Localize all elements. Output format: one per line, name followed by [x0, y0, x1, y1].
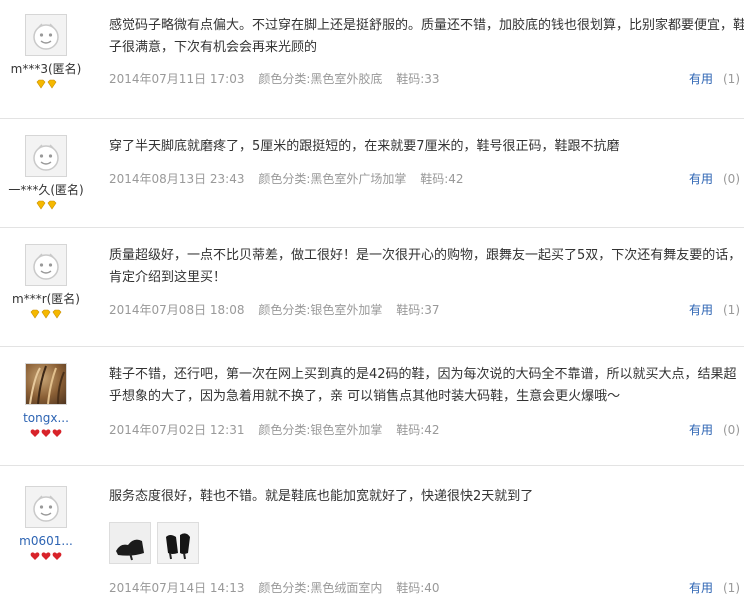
- review-item: 一***久(匿名) 穿了半天脚底就磨疼了，5厘米的跟挺短的，在来就要7厘米的，鞋…: [0, 119, 744, 227]
- useful-count: (1): [723, 303, 740, 317]
- useful-label[interactable]: 有用: [689, 423, 713, 437]
- useful-count: (1): [723, 72, 740, 86]
- review-date: 2014年07月14日 14:13: [109, 581, 245, 595]
- reviewer-level-badges: [0, 550, 92, 562]
- review-photo-thumbnail[interactable]: [109, 522, 151, 564]
- reviewer-name: 一***久(匿名): [8, 183, 84, 197]
- gold-diamond-icon: [36, 200, 46, 210]
- reviewer-info: tongx...: [0, 363, 92, 439]
- gold-diamond-icon: [41, 309, 51, 319]
- red-heart-icon: [52, 428, 62, 438]
- review-item: m***3(匿名) 感觉码子略微有点偏大。不过穿在脚上还是挺舒服的。质量还不错，…: [0, 0, 744, 118]
- gold-diamond-icon: [47, 79, 57, 89]
- reviewer-level-badges: [0, 427, 92, 439]
- review-item: m***r(匿名) 质量超级好，一点不比贝蒂差，做工很好！是一次很开心的购物，跟…: [0, 228, 744, 346]
- reviewer-name[interactable]: tongx...: [0, 411, 92, 425]
- useful-label[interactable]: 有用: [689, 72, 713, 86]
- review-text: 感觉码子略微有点偏大。不过穿在脚上还是挺舒服的。质量还不错，加胶底的钱也很划算，…: [109, 18, 744, 55]
- red-heart-icon: [41, 551, 51, 561]
- review-item: m0601... 服务态度很好，鞋也不错。就是鞋底也能加宽就好了，快递很快2天就…: [0, 466, 744, 596]
- red-heart-icon: [30, 551, 40, 561]
- review-meta: 2014年08月13日 23:43 颜色分类:黑色室外广场加掌 鞋码:42: [109, 170, 474, 187]
- useful-button[interactable]: 有用 (0): [689, 170, 740, 187]
- review-color-option: 颜色分类:黑色绒面室内: [258, 581, 383, 595]
- reviewer-level-badges: [0, 199, 92, 211]
- gold-diamond-icon: [52, 309, 62, 319]
- useful-button[interactable]: 有用 (1): [689, 579, 740, 596]
- review-text: 鞋子不错，还行吧，第一次在网上买到真的是42码的鞋，因为每次说的大码全不靠谱，所…: [109, 367, 737, 404]
- review-size-option: 鞋码:40: [396, 581, 440, 595]
- reviewer-info: 一***久(匿名): [0, 135, 92, 211]
- user-photo-avatar: [25, 363, 67, 405]
- reviewer-level-badges: [0, 308, 92, 320]
- review-color-option: 颜色分类:银色室外加掌: [258, 303, 383, 317]
- default-avatar-icon: [25, 244, 67, 286]
- review-color-option: 颜色分类:银色室外加掌: [258, 423, 383, 437]
- review-size-option: 鞋码:42: [396, 423, 440, 437]
- useful-count: (0): [723, 172, 740, 186]
- reviewer-name: m***3(匿名): [10, 62, 82, 76]
- gold-diamond-icon: [36, 79, 46, 89]
- review-date: 2014年07月02日 12:31: [109, 423, 245, 437]
- review-size-option: 鞋码:37: [396, 303, 440, 317]
- reviewer-info: m***r(匿名): [0, 244, 92, 320]
- review-size-option: 鞋码:33: [396, 72, 440, 86]
- gold-diamond-icon: [47, 200, 57, 210]
- review-meta: 2014年07月02日 12:31 颜色分类:银色室外加掌 鞋码:42: [109, 421, 450, 438]
- review-item: tongx... 鞋子不错，还行吧，第一次在网上买到真的是42码的鞋，因为每次说…: [0, 347, 744, 465]
- useful-button[interactable]: 有用 (1): [689, 70, 740, 87]
- review-meta: 2014年07月08日 18:08 颜色分类:银色室外加掌 鞋码:37: [109, 301, 450, 318]
- default-avatar-icon: [25, 14, 67, 56]
- reviewer-info: m***3(匿名): [0, 14, 92, 90]
- red-heart-icon: [41, 428, 51, 438]
- red-heart-icon: [30, 428, 40, 438]
- default-avatar-icon: [25, 135, 67, 177]
- red-heart-icon: [52, 551, 62, 561]
- useful-label[interactable]: 有用: [689, 303, 713, 317]
- review-text: 穿了半天脚底就磨疼了，5厘米的跟挺短的，在来就要7厘米的，鞋号很正码，鞋跟不抗磨: [109, 139, 620, 154]
- useful-count: (0): [723, 423, 740, 437]
- reviewer-info: m0601...: [0, 486, 92, 562]
- useful-count: (1): [723, 581, 740, 595]
- review-color-option: 颜色分类:黑色室外胶底: [258, 72, 383, 86]
- review-text: 服务态度很好，鞋也不错。就是鞋底也能加宽就好了，快递很快2天就到了: [109, 489, 534, 504]
- default-avatar-icon: [25, 486, 67, 528]
- review-photos: [109, 522, 205, 564]
- review-photo-thumbnail[interactable]: [157, 522, 199, 564]
- review-text: 质量超级好，一点不比贝蒂差，做工很好！是一次很开心的购物，跟舞友一起买了5双，下…: [109, 248, 742, 285]
- review-meta: 2014年07月11日 17:03 颜色分类:黑色室外胶底 鞋码:33: [109, 70, 450, 87]
- useful-label[interactable]: 有用: [689, 172, 713, 186]
- review-date: 2014年07月11日 17:03: [109, 72, 245, 86]
- gold-diamond-icon: [30, 309, 40, 319]
- reviewer-name: m***r(匿名): [12, 292, 80, 306]
- review-meta: 2014年07月14日 14:13 颜色分类:黑色绒面室内 鞋码:40: [109, 579, 450, 596]
- useful-label[interactable]: 有用: [689, 581, 713, 595]
- review-color-option: 颜色分类:黑色室外广场加掌: [258, 172, 407, 186]
- reviewer-name[interactable]: m0601...: [0, 534, 92, 548]
- useful-button[interactable]: 有用 (1): [689, 301, 740, 318]
- reviewer-level-badges: [0, 78, 92, 90]
- review-date: 2014年08月13日 23:43: [109, 172, 245, 186]
- useful-button[interactable]: 有用 (0): [689, 421, 740, 438]
- review-date: 2014年07月08日 18:08: [109, 303, 245, 317]
- review-size-option: 鞋码:42: [420, 172, 464, 186]
